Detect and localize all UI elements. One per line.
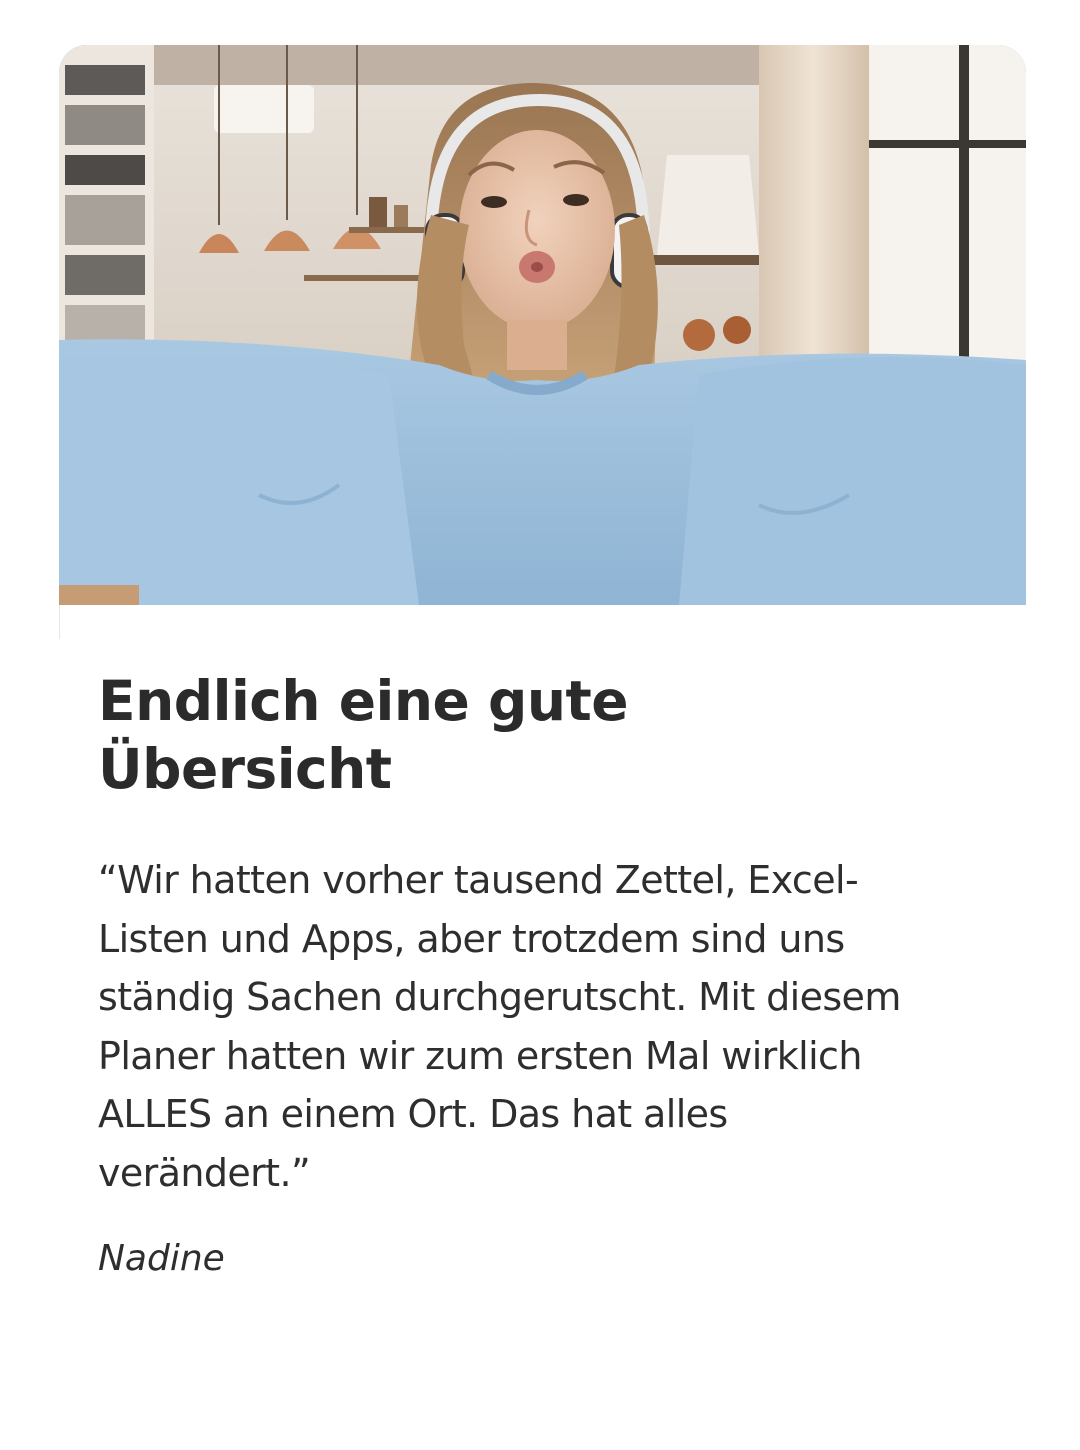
divider (59, 605, 60, 639)
quote-line: Planer hatten wir zum ersten Mal wirklic… (98, 1033, 862, 1078)
quote-line: ALLES an einem Ort. Das hat alles (98, 1092, 728, 1136)
quote-line: verändert.” (98, 1150, 311, 1195)
testimonial-photo (59, 45, 1026, 605)
testimonial-quote: “Wir hatten vorher tausend Zettel, Excel… (98, 851, 998, 1202)
selfie-woman-headphones-image (59, 45, 1026, 605)
quote-line: ständig Sachen durchgerutscht. Mit diese… (98, 975, 901, 1019)
testimonial-title: Endlich eine gute Übersicht (98, 667, 978, 803)
testimonial-author: Nadine (98, 1238, 225, 1279)
quote-line: “Wir hatten vorher tausend Zettel, Excel… (98, 858, 859, 902)
title-line: Übersicht (98, 737, 392, 801)
title-line: Endlich eine gute (98, 669, 629, 733)
testimonial-card: Endlich eine gute Übersicht “Wir hatten … (59, 45, 1026, 1345)
quote-line: Listen und Apps, aber trotzdem sind uns (98, 916, 845, 961)
